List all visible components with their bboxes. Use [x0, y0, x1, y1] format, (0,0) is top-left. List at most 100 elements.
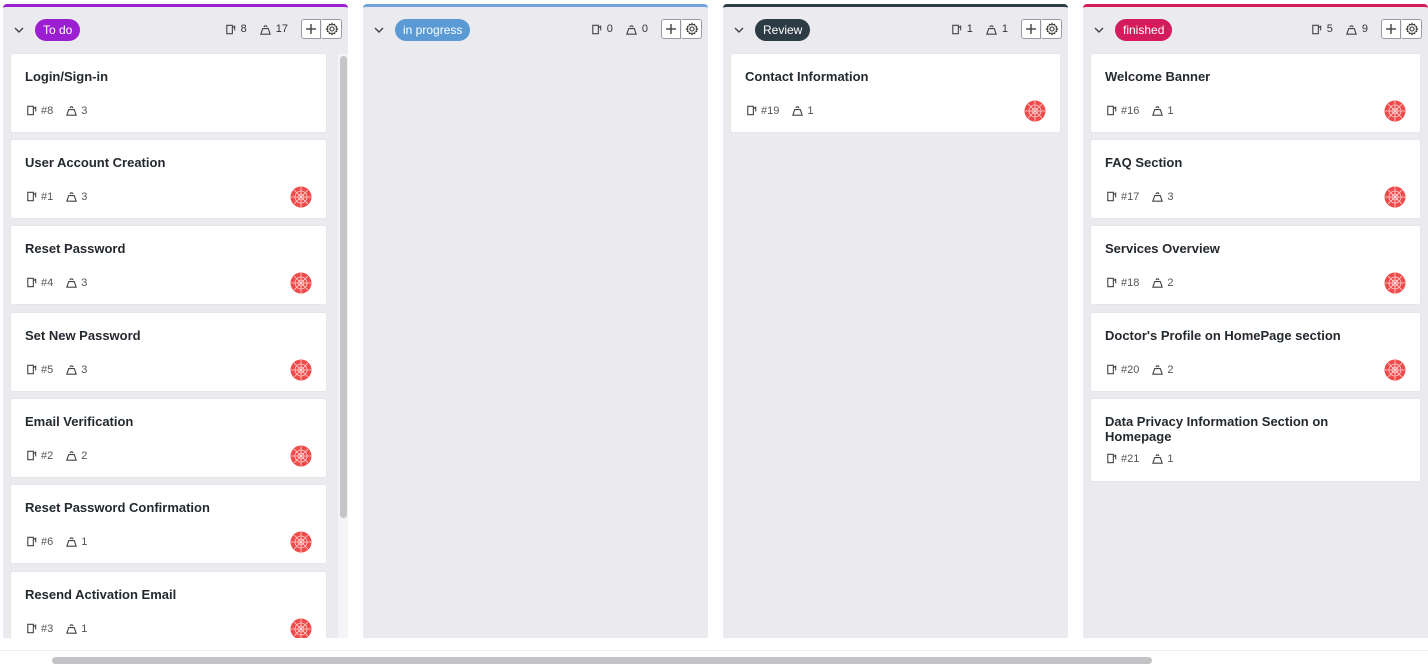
column-settings-button[interactable] [1402, 19, 1422, 39]
chevron-down-icon[interactable] [13, 23, 25, 35]
column-name-badge: To do [35, 19, 81, 41]
story-points: 2 [81, 449, 88, 462]
issue-number: #3 [41, 622, 54, 635]
story-points: 3 [81, 363, 88, 376]
gear-icon [1404, 22, 1419, 36]
card-title[interactable]: Reset Password [25, 241, 256, 256]
avatar-icon[interactable] [290, 445, 312, 467]
issue-card[interactable]: Doctor's Profile on HomePage section #20 2 [1091, 313, 1420, 391]
card-meta: #1 3 [25, 190, 87, 203]
add-card-button[interactable] [1021, 19, 1041, 39]
issue-icon [1105, 276, 1121, 289]
column-scrollbar[interactable] [338, 54, 348, 638]
avatar-icon[interactable] [1384, 100, 1406, 122]
weight-icon [985, 23, 998, 36]
gear-icon [1044, 22, 1059, 36]
issue-icon [25, 535, 41, 548]
issues-count: 5 [1326, 23, 1333, 35]
chevron-down-icon[interactable] [1093, 23, 1105, 35]
story-points: 3 [81, 190, 88, 203]
avatar-icon[interactable] [290, 359, 312, 381]
story-points: 1 [81, 535, 88, 548]
column-scrollbar-thumb[interactable] [340, 56, 347, 518]
plus-icon [1384, 22, 1398, 36]
story-points: 3 [1167, 190, 1174, 203]
card-title[interactable]: Login/Sign-in [25, 69, 256, 84]
avatar-icon[interactable] [290, 618, 312, 638]
avatar-icon[interactable] [290, 531, 312, 553]
weight-icon [65, 363, 81, 376]
horizontal-scrollbar[interactable] [0, 650, 1428, 668]
chevron-down-icon[interactable] [373, 23, 385, 35]
card-meta: #2 2 [25, 449, 87, 462]
avatar-icon[interactable] [1384, 272, 1406, 294]
card-title[interactable]: FAQ Section [1105, 155, 1350, 170]
avatar-icon[interactable] [1024, 100, 1046, 122]
avatar-icon[interactable] [1384, 186, 1406, 208]
card-meta: #8 3 [25, 104, 87, 117]
card-title[interactable]: Reset Password Confirmation [25, 500, 256, 515]
avatar-icon[interactable] [290, 272, 312, 294]
card-title[interactable]: Welcome Banner [1105, 69, 1350, 84]
column-counts: 8 17 [224, 21, 288, 37]
issue-card[interactable]: FAQ Section #17 3 [1091, 140, 1420, 218]
issue-card[interactable]: Data Privacy Information Section on Home… [1091, 399, 1420, 481]
column-settings-button[interactable] [682, 19, 702, 39]
card-title[interactable]: Doctor's Profile on HomePage section [1105, 328, 1350, 343]
story-points: 2 [1167, 363, 1174, 376]
card-title[interactable]: Data Privacy Information Section on Home… [1105, 414, 1350, 444]
issue-card[interactable]: Contact Information #19 1 [731, 54, 1060, 132]
plus-icon [1024, 22, 1038, 36]
issue-number: #20 [1121, 363, 1140, 376]
issue-card[interactable]: Email Verification #2 2 [11, 399, 326, 477]
issue-card[interactable]: Resend Activation Email #3 1 [11, 572, 326, 638]
column-header: in progress 0 0 [363, 7, 708, 51]
issue-icon [224, 23, 237, 36]
card-title[interactable]: Set New Password [25, 328, 256, 343]
plus-icon [664, 22, 678, 36]
issue-icon [1105, 452, 1121, 465]
issue-card[interactable]: Set New Password #5 3 [11, 313, 326, 391]
card-title[interactable]: User Account Creation [25, 155, 256, 170]
issue-icon [25, 190, 41, 203]
card-title[interactable]: Services Overview [1105, 241, 1350, 256]
issue-number: #19 [761, 104, 780, 117]
card-title[interactable]: Contact Information [745, 69, 990, 84]
add-card-button[interactable] [1381, 19, 1401, 39]
avatar-icon[interactable] [290, 186, 312, 208]
weight-icon [791, 104, 807, 117]
column-header: To do 8 17 [3, 7, 348, 51]
issue-icon [25, 622, 41, 635]
issue-card[interactable]: Reset Password #4 3 [11, 226, 326, 304]
weight-icon [1151, 190, 1167, 203]
column-settings-button[interactable] [1042, 19, 1062, 39]
column-in-progress: in progress 0 0 [363, 4, 708, 638]
card-list: Welcome Banner #16 1 FAQ Section #17 3 Service… [1091, 54, 1420, 638]
issue-card[interactable]: User Account Creation #1 3 [11, 140, 326, 218]
add-card-button[interactable] [661, 19, 681, 39]
weight-icon [259, 23, 272, 36]
avatar-icon[interactable] [1384, 359, 1406, 381]
issue-card[interactable]: Services Overview #18 2 [1091, 226, 1420, 304]
card-title[interactable]: Resend Activation Email [25, 587, 256, 602]
horizontal-scrollbar-thumb[interactable] [52, 657, 1152, 664]
add-card-button[interactable] [301, 19, 321, 39]
issue-card[interactable]: Reset Password Confirmation #6 1 [11, 485, 326, 563]
weight-icon [1151, 104, 1167, 117]
story-points: 1 [807, 104, 814, 117]
issue-card[interactable]: Login/Sign-in #8 3 [11, 54, 326, 132]
column-settings-button[interactable] [322, 19, 342, 39]
issues-count: 8 [240, 23, 247, 35]
column-name-badge: Review [755, 19, 811, 41]
weight-icon [1151, 452, 1167, 465]
column-counts: 00 [590, 21, 648, 37]
chevron-down-icon[interactable] [733, 23, 745, 35]
card-meta: #6 1 [25, 535, 87, 548]
issue-card[interactable]: Welcome Banner #16 1 [1091, 54, 1420, 132]
issue-icon [25, 104, 41, 117]
card-list: Contact Information #19 1 [731, 54, 1060, 638]
column-review: Review 1 1 Contact Information #19 1 [723, 4, 1068, 638]
points-count: 0 [641, 23, 648, 35]
card-title[interactable]: Email Verification [25, 414, 256, 429]
issue-icon [25, 363, 41, 376]
